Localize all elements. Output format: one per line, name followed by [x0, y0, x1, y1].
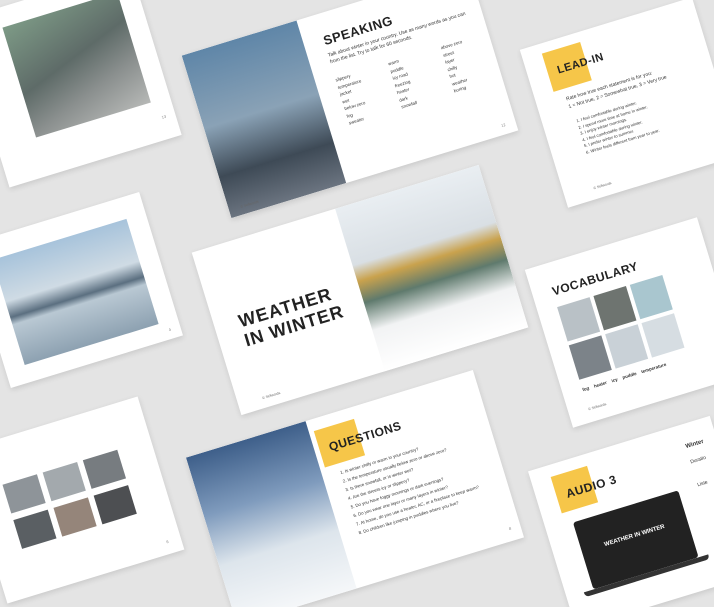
- page-number: 4: [168, 326, 172, 333]
- thumb-5: [53, 497, 97, 537]
- thumb-2: [42, 461, 86, 502]
- slide-skyline-photo: 4: [0, 191, 183, 389]
- audio-side-label-2: Liste: [696, 479, 709, 489]
- laptop-screen: WEATHER IN WINTER: [572, 490, 699, 590]
- brand-mark: © Sellwords: [261, 390, 281, 401]
- audio-side-title: Winter: [684, 438, 705, 451]
- skyline-photo: [0, 218, 159, 365]
- street-photo: [2, 0, 151, 138]
- page-number: 8: [508, 525, 512, 532]
- vocab-thumb-puddle: [568, 335, 612, 380]
- brand-mark: © Sellwords: [592, 181, 613, 191]
- snowy-houses-photo: [335, 164, 529, 372]
- slide-vocabulary: VOCABULARY fog heater icy puddle tempera…: [524, 217, 714, 428]
- slide-lead-in: LEAD-IN Rate how true each statement is …: [519, 0, 714, 208]
- page-number: 6: [165, 538, 170, 545]
- word-column-3: above zero street layer chilly hot weather bor…: [440, 39, 468, 94]
- slide-thumbnails: 6: [0, 396, 185, 604]
- vocab-thumb-heater: [593, 286, 637, 331]
- laptop-screen-title: WEATHER IN WINTER: [603, 523, 666, 549]
- word-column-2: warm puddle icy road freezing heater dark snow…: [387, 58, 418, 110]
- vocab-thumb-icy: [629, 274, 673, 320]
- vocab-thumb-temperature: [605, 324, 649, 369]
- word-column-1: slippery temperature jacket wet below zero fo…: [334, 73, 366, 126]
- page-number: 12: [500, 122, 507, 129]
- brand-mark: © Sellwords: [587, 402, 607, 412]
- slide-questions: QUESTIONS Is winter chilly or warm in yo…: [185, 369, 525, 607]
- thumb-6: [93, 485, 137, 525]
- thumb-1: [2, 474, 46, 514]
- vocab-thumb-extra: [641, 313, 685, 358]
- slide-collage: 13 SPEAKING Talk about winter in your co…: [0, 0, 714, 607]
- slide-street-photo: 13: [0, 0, 182, 188]
- audio-side-label-1: Duratio: [689, 454, 707, 466]
- slide-audio: AUDIO 3 WEATHER IN WINTER Winter Duratio…: [528, 415, 714, 607]
- city-snow-photo: [181, 20, 347, 219]
- thumb-4: [13, 509, 57, 549]
- page-number: 13: [160, 113, 167, 120]
- thumb-3: [82, 449, 127, 489]
- vocab-thumb-fog: [557, 297, 601, 342]
